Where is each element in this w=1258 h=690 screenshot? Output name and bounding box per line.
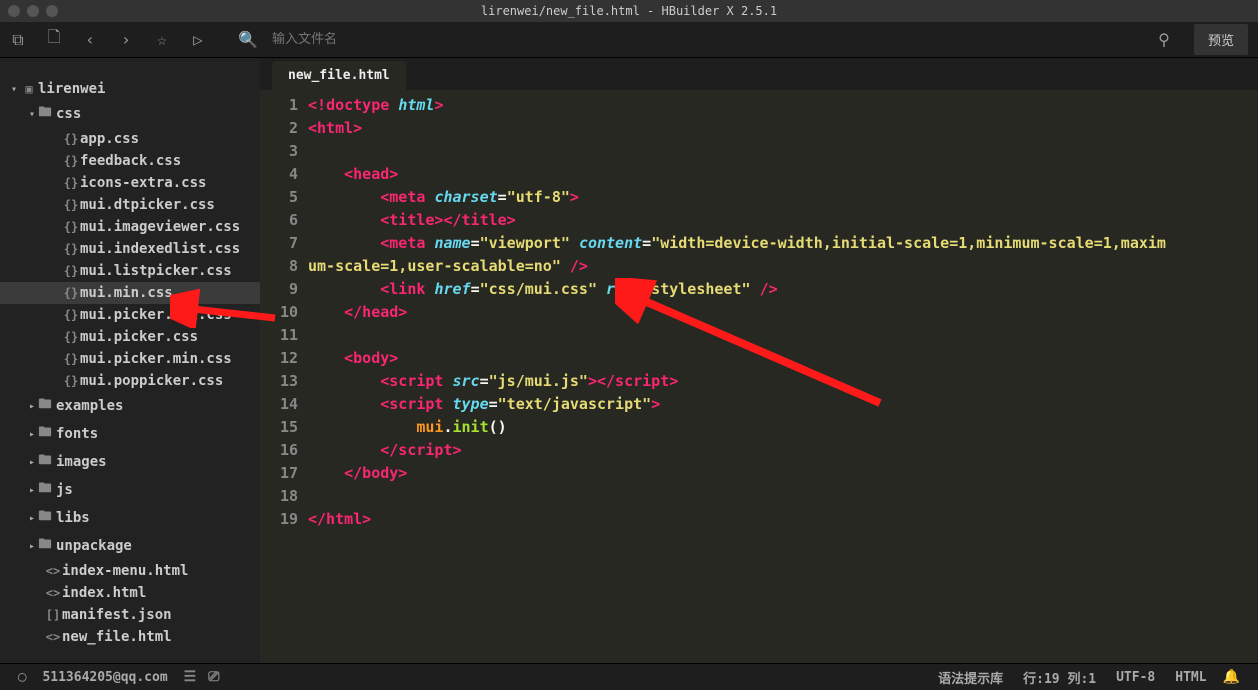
- status-user[interactable]: 511364205@qq.com: [42, 670, 167, 685]
- window-buttons: [8, 5, 58, 17]
- list-icon[interactable]: ☰: [184, 669, 197, 685]
- status-encoding[interactable]: UTF-8: [1116, 670, 1155, 685]
- status-language[interactable]: HTML: [1175, 670, 1206, 685]
- tree-file[interactable]: {}mui.poppicker.css: [0, 370, 260, 392]
- editor-tabs: new_file.html: [260, 58, 1258, 90]
- bell-icon[interactable]: 🔔: [1223, 669, 1240, 685]
- tree-file[interactable]: <>index.html: [0, 582, 260, 604]
- preview-button[interactable]: 预览: [1194, 24, 1248, 55]
- line-gutter: 12345678910111213141516171819: [260, 90, 308, 663]
- user-icon[interactable]: ◯: [18, 669, 26, 685]
- tree-project-root[interactable]: ▾▣lirenwei: [0, 78, 260, 100]
- tree-folder[interactable]: ▸unpackage: [0, 532, 260, 560]
- tree-file[interactable]: {}mui.imageviewer.css: [0, 216, 260, 238]
- terminal-icon[interactable]: ⎚: [208, 669, 219, 685]
- new-file-icon[interactable]: ⧉: [0, 30, 36, 50]
- nav-back-icon[interactable]: ‹: [72, 30, 108, 49]
- tree-folder[interactable]: ▸fonts: [0, 420, 260, 448]
- filter-icon[interactable]: ⚲: [1146, 30, 1182, 49]
- tree-file[interactable]: []manifest.json: [0, 604, 260, 626]
- editor: new_file.html 12345678910111213141516171…: [260, 58, 1258, 663]
- titlebar: lirenwei/new_file.html - HBuilder X 2.5.…: [0, 0, 1258, 22]
- tree-file[interactable]: <>new_file.html: [0, 626, 260, 648]
- tree-file[interactable]: {}feedback.css: [0, 150, 260, 172]
- maximize-window-icon[interactable]: [46, 5, 58, 17]
- save-icon[interactable]: 🗋: [36, 26, 72, 53]
- search-input[interactable]: [272, 32, 472, 47]
- tree-file[interactable]: {}mui.indexedlist.css: [0, 238, 260, 260]
- tree-folder-css[interactable]: ▾css: [0, 100, 260, 128]
- tree-file[interactable]: <>index-menu.html: [0, 560, 260, 582]
- run-icon[interactable]: ▷: [180, 30, 216, 49]
- status-bar: ◯ 511364205@qq.com ☰ ⎚ 语法提示库 行:19 列:1 UT…: [0, 663, 1258, 690]
- window-title: lirenwei/new_file.html - HBuilder X 2.5.…: [0, 4, 1258, 18]
- favorite-icon[interactable]: ☆: [144, 30, 180, 49]
- code-area[interactable]: 12345678910111213141516171819 <!doctype …: [260, 90, 1258, 663]
- tree-folder[interactable]: ▸libs: [0, 504, 260, 532]
- tree-file[interactable]: {}mui.picker.css: [0, 326, 260, 348]
- tree-folder[interactable]: ▸examples: [0, 392, 260, 420]
- tree-file[interactable]: {}icons-extra.css: [0, 172, 260, 194]
- toolbar: ⧉ 🗋 ‹ › ☆ ▷ 🔍 ⚲ 预览: [0, 22, 1258, 58]
- tree-file[interactable]: {}mui.listpicker.css: [0, 260, 260, 282]
- tree-file[interactable]: {}app.css: [0, 128, 260, 150]
- status-cursor-position[interactable]: 行:19 列:1: [1023, 668, 1096, 687]
- tree-file[interactable]: {}mui.dtpicker.css: [0, 194, 260, 216]
- tree-file[interactable]: {}mui.picker.all.css: [0, 304, 260, 326]
- tree-file-selected[interactable]: {}mui.min.css: [0, 282, 260, 304]
- tree-file[interactable]: {}mui.picker.min.css: [0, 348, 260, 370]
- close-window-icon[interactable]: [8, 5, 20, 17]
- tree-folder[interactable]: ▸js: [0, 476, 260, 504]
- search-panel-icon[interactable]: 🔍: [230, 30, 266, 49]
- minimize-window-icon[interactable]: [27, 5, 39, 17]
- file-explorer[interactable]: ▾▣lirenwei ▾css {}app.css {}feedback.css…: [0, 58, 260, 663]
- status-syntax[interactable]: 语法提示库: [938, 668, 1003, 687]
- tab-active[interactable]: new_file.html: [272, 61, 406, 90]
- tree-folder[interactable]: ▸images: [0, 448, 260, 476]
- code-content[interactable]: <!doctype html> <html> <head> <meta char…: [308, 90, 1258, 663]
- nav-forward-icon[interactable]: ›: [108, 30, 144, 49]
- search-box[interactable]: [266, 32, 1146, 47]
